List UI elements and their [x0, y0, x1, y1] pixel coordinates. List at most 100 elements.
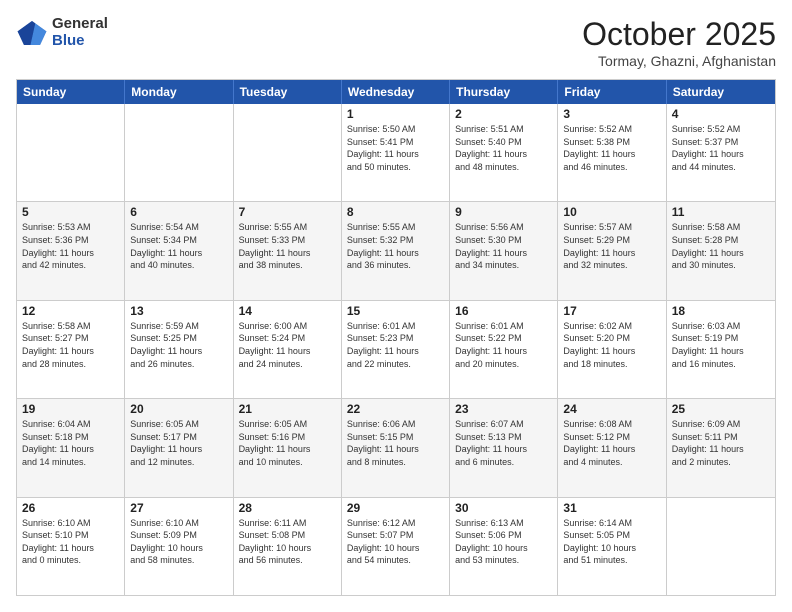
calendar-cell: 19Sunrise: 6:04 AM Sunset: 5:18 PM Dayli…: [17, 399, 125, 496]
cell-info: Sunrise: 6:01 AM Sunset: 5:22 PM Dayligh…: [455, 320, 552, 370]
day-number: 16: [455, 304, 552, 318]
calendar-cell: 31 Sunrise: 6:14 AM Sunset: 5:05 PM Dayli…: [558, 498, 666, 595]
cell-info: Sunrise: 5:54 AM Sunset: 5:34 PM Dayligh…: [130, 221, 227, 271]
day-number: 30: [455, 501, 552, 515]
calendar-cell: 22 Sunrise: 6:06 AM Sunset: 5:15 PM Dayli…: [342, 399, 450, 496]
day-number: 26: [22, 501, 119, 515]
calendar-cell: 1Sunrise: 5:50 AM Sunset: 5:41 PM Daylig…: [342, 104, 450, 201]
calendar-cell: 6 Sunrise: 5:54 AM Sunset: 5:34 PM Daylig…: [125, 202, 233, 299]
logo-blue-text: Blue: [52, 33, 108, 50]
header-cell-thursday: Thursday: [450, 80, 558, 104]
header-cell-monday: Monday: [125, 80, 233, 104]
day-number: 7: [239, 205, 336, 219]
day-number: 17: [563, 304, 660, 318]
day-number: 13: [130, 304, 227, 318]
day-number: 23: [455, 402, 552, 416]
day-number: 6: [130, 205, 227, 219]
logo-icon: [16, 17, 48, 49]
day-number: 28: [239, 501, 336, 515]
calendar-cell: 28 Sunrise: 6:11 AM Sunset: 5:08 PM Dayli…: [234, 498, 342, 595]
cell-info: Sunrise: 6:13 AM Sunset: 5:06 PM Dayligh…: [455, 517, 552, 567]
day-number: 12: [22, 304, 119, 318]
cell-info: Sunrise: 6:14 AM Sunset: 5:05 PM Dayligh…: [563, 517, 660, 567]
cell-info: Sunrise: 6:01 AM Sunset: 5:23 PM Dayligh…: [347, 320, 444, 370]
cell-info: Sunrise: 5:52 AM Sunset: 5:38 PM Dayligh…: [563, 123, 660, 173]
cell-info: Sunrise: 6:11 AM Sunset: 5:08 PM Dayligh…: [239, 517, 336, 567]
cell-info: Sunrise: 6:02 AM Sunset: 5:20 PM Dayligh…: [563, 320, 660, 370]
header: General Blue October 2025 Tormay, Ghazni…: [16, 16, 776, 69]
page: General Blue October 2025 Tormay, Ghazni…: [0, 0, 792, 612]
calendar-cell: 14Sunrise: 6:00 AM Sunset: 5:24 PM Dayli…: [234, 301, 342, 398]
cell-info: Sunrise: 6:09 AM Sunset: 5:11 PM Dayligh…: [672, 418, 770, 468]
calendar-cell: 7Sunrise: 5:55 AM Sunset: 5:33 PM Daylig…: [234, 202, 342, 299]
cell-info: Sunrise: 6:08 AM Sunset: 5:12 PM Dayligh…: [563, 418, 660, 468]
calendar-cell: [234, 104, 342, 201]
title-block: October 2025 Tormay, Ghazni, Afghanistan: [582, 16, 776, 69]
calendar-cell: 2 Sunrise: 5:51 AM Sunset: 5:40 PM Daylig…: [450, 104, 558, 201]
calendar-header-row: SundayMondayTuesdayWednesdayThursdayFrid…: [17, 80, 775, 104]
cell-info: Sunrise: 5:59 AM Sunset: 5:25 PM Dayligh…: [130, 320, 227, 370]
calendar: SundayMondayTuesdayWednesdayThursdayFrid…: [16, 79, 776, 596]
calendar-row-4: 19Sunrise: 6:04 AM Sunset: 5:18 PM Dayli…: [17, 399, 775, 497]
calendar-cell: 21 Sunrise: 6:05 AM Sunset: 5:16 PM Dayli…: [234, 399, 342, 496]
cell-info: Sunrise: 6:12 AM Sunset: 5:07 PM Dayligh…: [347, 517, 444, 567]
logo-general-text: General: [52, 16, 108, 33]
day-number: 20: [130, 402, 227, 416]
cell-info: Sunrise: 5:56 AM Sunset: 5:30 PM Dayligh…: [455, 221, 552, 271]
header-cell-sunday: Sunday: [17, 80, 125, 104]
calendar-cell: 20Sunrise: 6:05 AM Sunset: 5:17 PM Dayli…: [125, 399, 233, 496]
day-number: 25: [672, 402, 770, 416]
cell-info: Sunrise: 6:06 AM Sunset: 5:15 PM Dayligh…: [347, 418, 444, 468]
calendar-cell: 8 Sunrise: 5:55 AM Sunset: 5:32 PM Daylig…: [342, 202, 450, 299]
cell-info: Sunrise: 5:52 AM Sunset: 5:37 PM Dayligh…: [672, 123, 770, 173]
calendar-cell: [667, 498, 775, 595]
day-number: 22: [347, 402, 444, 416]
calendar-cell: 25 Sunrise: 6:09 AM Sunset: 5:11 PM Dayli…: [667, 399, 775, 496]
calendar-cell: 13 Sunrise: 5:59 AM Sunset: 5:25 PM Dayli…: [125, 301, 233, 398]
day-number: 5: [22, 205, 119, 219]
day-number: 3: [563, 107, 660, 121]
calendar-cell: 11Sunrise: 5:58 AM Sunset: 5:28 PM Dayli…: [667, 202, 775, 299]
calendar-cell: 12 Sunrise: 5:58 AM Sunset: 5:27 PM Dayli…: [17, 301, 125, 398]
header-cell-wednesday: Wednesday: [342, 80, 450, 104]
cell-info: Sunrise: 5:51 AM Sunset: 5:40 PM Dayligh…: [455, 123, 552, 173]
cell-info: Sunrise: 5:58 AM Sunset: 5:27 PM Dayligh…: [22, 320, 119, 370]
day-number: 9: [455, 205, 552, 219]
day-number: 15: [347, 304, 444, 318]
cell-info: Sunrise: 5:58 AM Sunset: 5:28 PM Dayligh…: [672, 221, 770, 271]
calendar-cell: 18 Sunrise: 6:03 AM Sunset: 5:19 PM Dayli…: [667, 301, 775, 398]
calendar-cell: 4 Sunrise: 5:52 AM Sunset: 5:37 PM Daylig…: [667, 104, 775, 201]
day-number: 21: [239, 402, 336, 416]
day-number: 4: [672, 107, 770, 121]
day-number: 8: [347, 205, 444, 219]
header-cell-tuesday: Tuesday: [234, 80, 342, 104]
cell-info: Sunrise: 6:03 AM Sunset: 5:19 PM Dayligh…: [672, 320, 770, 370]
calendar-cell: 23 Sunrise: 6:07 AM Sunset: 5:13 PM Dayli…: [450, 399, 558, 496]
calendar-cell: 5Sunrise: 5:53 AM Sunset: 5:36 PM Daylig…: [17, 202, 125, 299]
day-number: 24: [563, 402, 660, 416]
cell-info: Sunrise: 6:10 AM Sunset: 5:10 PM Dayligh…: [22, 517, 119, 567]
cell-info: Sunrise: 6:05 AM Sunset: 5:16 PM Dayligh…: [239, 418, 336, 468]
cell-info: Sunrise: 5:55 AM Sunset: 5:32 PM Dayligh…: [347, 221, 444, 271]
day-number: 19: [22, 402, 119, 416]
month-title: October 2025: [582, 16, 776, 53]
day-number: 27: [130, 501, 227, 515]
calendar-cell: [17, 104, 125, 201]
day-number: 18: [672, 304, 770, 318]
calendar-cell: [125, 104, 233, 201]
cell-info: Sunrise: 6:07 AM Sunset: 5:13 PM Dayligh…: [455, 418, 552, 468]
calendar-cell: 24 Sunrise: 6:08 AM Sunset: 5:12 PM Dayli…: [558, 399, 666, 496]
day-number: 31: [563, 501, 660, 515]
calendar-cell: 17 Sunrise: 6:02 AM Sunset: 5:20 PM Dayli…: [558, 301, 666, 398]
calendar-cell: 10Sunrise: 5:57 AM Sunset: 5:29 PM Dayli…: [558, 202, 666, 299]
day-number: 2: [455, 107, 552, 121]
calendar-cell: 29 Sunrise: 6:12 AM Sunset: 5:07 PM Dayli…: [342, 498, 450, 595]
calendar-cell: 26 Sunrise: 6:10 AM Sunset: 5:10 PM Dayli…: [17, 498, 125, 595]
day-number: 1: [347, 107, 444, 121]
calendar-cell: 15 Sunrise: 6:01 AM Sunset: 5:23 PM Dayli…: [342, 301, 450, 398]
day-number: 29: [347, 501, 444, 515]
cell-info: Sunrise: 6:00 AM Sunset: 5:24 PM Dayligh…: [239, 320, 336, 370]
logo-text: General Blue: [52, 16, 108, 49]
header-cell-saturday: Saturday: [667, 80, 775, 104]
cell-info: Sunrise: 6:10 AM Sunset: 5:09 PM Dayligh…: [130, 517, 227, 567]
